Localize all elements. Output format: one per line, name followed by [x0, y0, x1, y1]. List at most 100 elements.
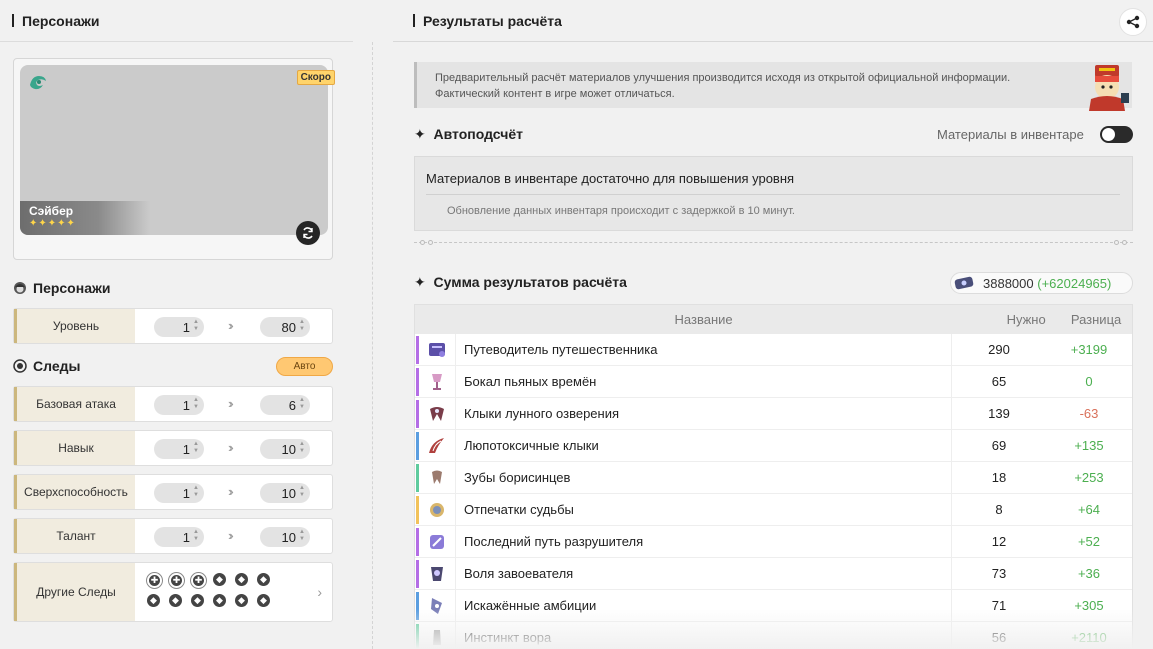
material-need: 12 [991, 534, 1007, 549]
major-trace-icon[interactable]: ✚ [191, 573, 206, 588]
results-panel-header: Результаты расчёта [393, 0, 1153, 42]
level-arrow-icon: ›› [228, 318, 233, 333]
guide-book-icon [419, 333, 456, 366]
minor-trace-icon[interactable]: ◆ [213, 573, 226, 586]
path-icon [419, 525, 456, 558]
materials-table: Название Нужно Разница Путеводитель путе… [414, 304, 1133, 649]
header-bar [413, 14, 415, 27]
material-diff: +3199 [1070, 342, 1108, 357]
inventory-toggle-label: Материалы в инвентаре [937, 127, 1084, 142]
inventory-toggle[interactable] [1100, 126, 1133, 143]
skill-from-stepper[interactable]: 1 ▲ ▼ [154, 439, 204, 459]
material-diff: +36 [1077, 566, 1101, 581]
major-trace-icon[interactable]: ✚ [147, 573, 162, 588]
character-card[interactable]: Сэйбер ✦✦✦✦✦ Скоро [13, 58, 335, 260]
panel-divider [372, 42, 373, 649]
panel-title: Персонажи [22, 12, 100, 29]
arrow-icon: ›› [228, 484, 233, 499]
dashed-divider [414, 240, 1133, 245]
share-icon [1126, 15, 1140, 29]
talent-from-stepper[interactable]: 1 ▲ ▼ [154, 527, 204, 547]
character-name: Сэйбер [29, 204, 74, 218]
material-need: 65 [991, 374, 1007, 389]
basic-attack-from-stepper[interactable]: 1 ▲ ▼ [154, 395, 204, 415]
credits-total: 3888000 (+62024965) [950, 272, 1133, 294]
auto-calc-heading: ✦ Автоподсчёт [414, 126, 523, 142]
characters-section-heading: Персонажи [13, 280, 111, 296]
divider [426, 194, 1120, 195]
material-name: Клыки лунного озверения [456, 397, 952, 430]
mascot-icon [1089, 65, 1129, 111]
tooth-icon [419, 461, 456, 494]
material-name: Бокал пьяных времён [456, 365, 952, 398]
minor-trace-icon[interactable]: ◆ [235, 594, 248, 607]
ultimate-row: Сверхспособность 1 ▲ ▼ ›› 10 ▲ ▼ [13, 474, 333, 510]
ultimate-to-stepper[interactable]: 10 ▲ ▼ [260, 483, 310, 503]
auto-button[interactable]: Авто [276, 357, 333, 376]
character-portrait[interactable]: Сэйбер ✦✦✦✦✦ [20, 65, 328, 235]
scroll-fade [393, 609, 1153, 649]
imprint-icon [419, 493, 456, 526]
material-name: Отпечатки судьбы [456, 493, 952, 526]
characters-panel: Персонажи Сэйбер ✦✦✦✦✦ Скоро Персонажи У… [0, 0, 353, 649]
minor-trace-icon[interactable]: ◆ [257, 573, 270, 586]
material-need: 69 [991, 438, 1007, 453]
minor-trace-icon[interactable]: ◆ [191, 594, 204, 607]
table-row: Бокал пьяных времён 65 0 [415, 365, 1132, 398]
character-name-plate: Сэйбер ✦✦✦✦✦ [20, 201, 150, 235]
basic-attack-row: Базовая атака 1 ▲ ▼ ›› 6 ▲ ▼ [13, 386, 333, 422]
summary-heading: ✦ Сумма результатов расчёта [414, 274, 627, 290]
level-from-stepper[interactable]: 1 ▲ ▼ [154, 317, 204, 337]
scroll-fade [0, 631, 353, 649]
ultimate-from-stepper[interactable]: 1 ▲ ▼ [154, 483, 204, 503]
material-name: Последний путь разрушителя [456, 525, 952, 558]
panel-title: Результаты расчёта [423, 12, 562, 29]
minor-trace-icon[interactable]: ◆ [169, 594, 182, 607]
toggle-knob [1102, 128, 1115, 141]
trace-label: Сверхспособность [14, 475, 135, 509]
minor-trace-icon[interactable]: ◆ [235, 573, 248, 586]
minor-trace-icon[interactable]: ◆ [213, 594, 226, 607]
trace-label: Навык [14, 431, 135, 465]
material-diff: +135 [1074, 438, 1104, 453]
material-need: 18 [991, 470, 1007, 485]
trace-label: Базовая атака [14, 387, 135, 421]
other-traces-row[interactable]: Другие Следы ✚ ✚ ✚ ◆ ◆ ◆ ◆ ◆ ◆ ◆ ◆ ◆ › [13, 562, 333, 622]
header-bar [12, 14, 14, 27]
table-row: Последний путь разрушителя 12 +52 [415, 525, 1132, 558]
material-need: 139 [988, 406, 1010, 421]
character-head-icon [13, 281, 27, 295]
material-diff: +52 [1077, 534, 1101, 549]
swap-character-button[interactable] [296, 221, 320, 245]
table-header: Название Нужно Разница [415, 305, 1132, 334]
minor-trace-icon[interactable]: ◆ [147, 594, 160, 607]
skill-to-stepper[interactable]: 10 ▲ ▼ [260, 439, 310, 459]
major-trace-icon[interactable]: ✚ [169, 573, 184, 588]
table-row: Клыки лунного озверения 139 -63 [415, 397, 1132, 430]
other-traces-label: Другие Следы [14, 563, 135, 621]
disclaimer-notice: Предварительный расчёт материалов улучше… [414, 62, 1132, 108]
chevron-right-icon[interactable]: › [317, 584, 322, 600]
basic-attack-to-stepper[interactable]: 6 ▲ ▼ [260, 395, 310, 415]
traces-icon [13, 359, 27, 373]
level-to-stepper[interactable]: 80 ▲ ▼ [260, 317, 310, 337]
arrow-icon: ›› [228, 396, 233, 411]
credits-diff: (+62024965) [1037, 275, 1112, 291]
material-diff: +253 [1074, 470, 1104, 485]
material-name: Воля завоевателя [456, 557, 952, 590]
trace-label: Талант [14, 519, 135, 553]
material-need: 290 [988, 342, 1010, 357]
material-need: 8 [995, 502, 1003, 517]
level-label: Уровень [14, 309, 135, 343]
credits-value: 3888000 [983, 275, 1034, 291]
table-row: Воля завоевателя 73 +36 [415, 557, 1132, 590]
talent-to-stepper[interactable]: 10 ▲ ▼ [260, 527, 310, 547]
minor-trace-icon[interactable]: ◆ [257, 594, 270, 607]
anemo-element-icon [30, 76, 46, 90]
table-row: Люпотоксичные клыки 69 +135 [415, 429, 1132, 462]
characters-panel-header: Персонажи [0, 0, 353, 42]
share-button[interactable] [1119, 8, 1147, 36]
results-panel: Результаты расчёта Предварительный расчё… [393, 0, 1153, 649]
material-diff: 0 [1085, 374, 1093, 389]
col-name: Название [674, 312, 733, 327]
